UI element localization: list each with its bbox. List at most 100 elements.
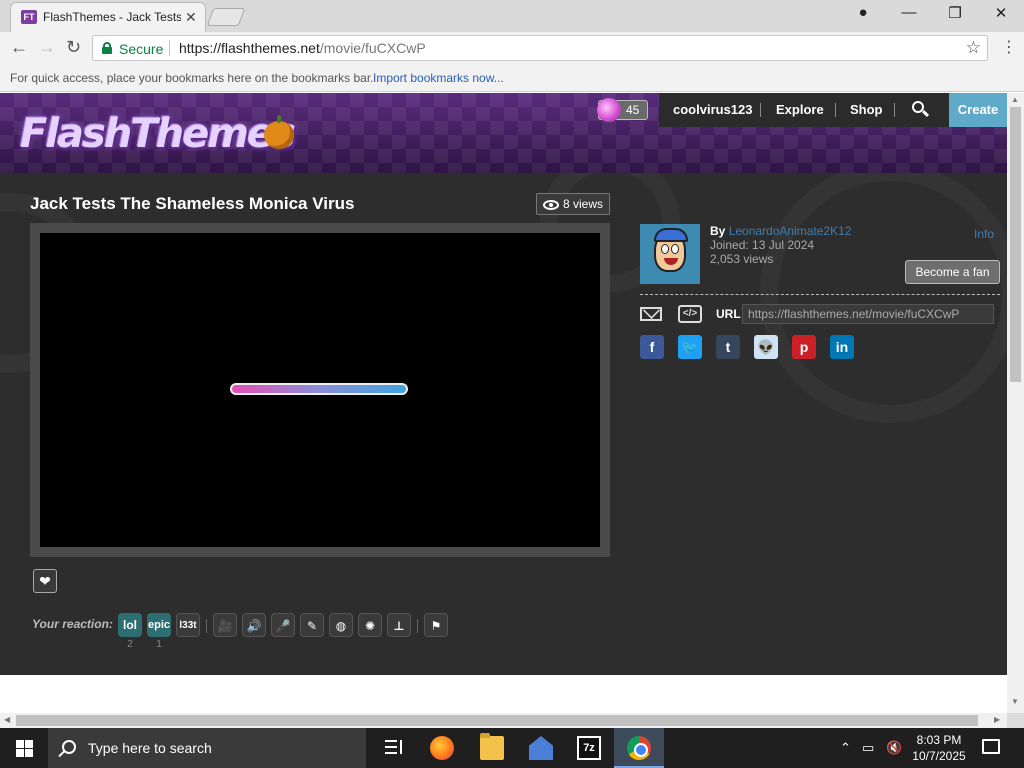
reaction-lol-count: 2: [127, 639, 133, 650]
file-explorer-icon[interactable]: [480, 733, 504, 760]
bookmarks-hint: For quick access, place your bookmarks h…: [10, 71, 374, 85]
secure-label: Secure: [119, 41, 164, 57]
flag-icon[interactable]: ⚑: [424, 613, 448, 637]
share-url-field[interactable]: https://flashthemes.net/movie/fuCXCwP: [742, 304, 994, 324]
views-badge: 8 views: [536, 193, 610, 215]
email-icon[interactable]: [640, 307, 662, 321]
create-button[interactable]: Create: [949, 93, 1007, 127]
scroll-right-arrow-icon[interactable]: ▶: [994, 715, 1000, 724]
url-label: URL: [716, 307, 741, 321]
notification-icon[interactable]: [982, 739, 1000, 754]
nav-divider: [835, 103, 836, 117]
palette-icon[interactable]: ◍: [329, 613, 353, 637]
address-bar[interactable]: Secure https://flashthemes.net/movie/fuC…: [92, 35, 988, 61]
author-byline: By LeonardoAnimate2K12: [710, 224, 851, 238]
reaction-l33t-button[interactable]: l33t: [176, 613, 200, 637]
info-link[interactable]: Info: [974, 227, 994, 241]
import-bookmarks-link[interactable]: Import bookmarks now...: [373, 71, 504, 85]
scrollbar-corner: [1007, 713, 1024, 728]
nav-shop[interactable]: Shop: [850, 102, 883, 117]
video-screen[interactable]: [40, 233, 600, 547]
browser-toolbar: ← → ↻ Secure https://flashthemes.net/mov…: [0, 32, 1024, 64]
lightbulb-icon[interactable]: ✺: [358, 613, 382, 637]
linkedin-icon[interactable]: in: [830, 335, 854, 359]
bookmark-star-icon[interactable]: ☆: [966, 38, 981, 58]
embed-code-icon[interactable]: </>: [678, 305, 702, 323]
author-joined: Joined: 13 Jul 2024: [710, 238, 815, 252]
reaction-divider: [206, 619, 207, 633]
site-logo[interactable]: FlashThemes: [20, 111, 296, 157]
back-arrow-icon[interactable]: ←: [10, 37, 28, 58]
forward-arrow-icon[interactable]: →: [38, 37, 56, 58]
network-icon[interactable]: ▭: [862, 740, 874, 756]
search-icon[interactable]: [912, 101, 930, 119]
minimize-button[interactable]: —: [886, 4, 932, 21]
horizontal-scroll-thumb[interactable]: [16, 715, 978, 726]
author-avatar[interactable]: [640, 224, 700, 284]
author-views: 2,053 views: [710, 252, 774, 266]
search-icon: [62, 740, 76, 754]
address-url[interactable]: https://flashthemes.net/movie/fuCXCwP: [179, 40, 426, 56]
scroll-down-arrow-icon[interactable]: ▼: [1011, 697, 1019, 706]
maximize-button[interactable]: ❐: [932, 4, 978, 22]
reload-icon[interactable]: ↻: [66, 37, 81, 58]
speaker-icon[interactable]: 🔊: [242, 613, 266, 637]
tray-chevron-icon[interactable]: ⌃: [840, 740, 851, 756]
coin-balance[interactable]: 45: [597, 98, 648, 122]
volume-muted-icon[interactable]: 🔇: [886, 740, 902, 756]
browser-tab-bar: FT FlashThemes - Jack Tests ✕ ● — ❐ ✕: [0, 0, 1024, 32]
eye-icon: [543, 200, 559, 210]
pinterest-icon[interactable]: p: [792, 335, 816, 359]
chrome-icon[interactable]: [627, 736, 651, 760]
close-window-button[interactable]: ✕: [978, 4, 1024, 22]
divider: [640, 294, 1000, 295]
become-fan-button[interactable]: Become a fan: [905, 260, 1000, 284]
movie-title: Jack Tests The Shameless Monica Virus: [30, 194, 355, 213]
scroll-left-arrow-icon[interactable]: ◀: [4, 715, 10, 724]
facebook-icon[interactable]: f: [640, 335, 664, 359]
nav-username[interactable]: coolvirus123: [673, 102, 753, 117]
reddit-icon[interactable]: 👽: [754, 335, 778, 359]
visual-studio-icon[interactable]: [529, 736, 553, 760]
task-view-icon[interactable]: [382, 736, 406, 760]
browser-tab-active[interactable]: FT FlashThemes - Jack Tests ✕: [10, 2, 206, 32]
favorite-heart-button[interactable]: ❤: [33, 569, 57, 593]
page-content: FlashThemes 45 coolvirus123 Explore Shop…: [0, 93, 1007, 713]
microphone-icon[interactable]: 🎤: [271, 613, 295, 637]
new-tab-button[interactable]: [206, 8, 246, 26]
twitter-icon[interactable]: 🐦: [678, 335, 702, 359]
coin-count: 45: [626, 103, 640, 117]
windows-start-icon[interactable]: [16, 740, 33, 757]
nav-divider: [894, 103, 895, 117]
vertical-scrollbar[interactable]: ▲ ▼: [1007, 93, 1024, 713]
author-name-link[interactable]: LeonardoAnimate2K12: [729, 224, 852, 238]
vertical-scroll-thumb[interactable]: [1010, 107, 1021, 382]
scroll-up-arrow-icon[interactable]: ▲: [1011, 95, 1019, 104]
camera-icon[interactable]: 🎥: [213, 613, 237, 637]
lock-icon: [102, 42, 112, 54]
pumpkin-icon: [264, 115, 294, 149]
clock-time: 8:03 PM: [916, 733, 962, 747]
7zip-icon[interactable]: 7z: [577, 736, 601, 760]
by-label: By: [710, 224, 726, 238]
url-path: /movie/fuCXCwP: [319, 40, 426, 56]
nav-explore[interactable]: Explore: [776, 102, 824, 117]
menu-kebab-icon[interactable]: ⋮: [1001, 37, 1017, 57]
reaction-epic-button[interactable]: epic: [147, 613, 171, 637]
taskbar-search[interactable]: Type here to search: [48, 728, 366, 768]
system-clock[interactable]: 8:03 PM 10/7/2025: [906, 732, 972, 764]
profile-icon[interactable]: ●: [840, 4, 886, 21]
tab-close-icon[interactable]: ✕: [185, 9, 197, 26]
brush-icon[interactable]: ✎: [300, 613, 324, 637]
reaction-lol-button[interactable]: lol: [118, 613, 142, 637]
reaction-divider: [417, 619, 418, 633]
firefox-icon[interactable]: [430, 736, 454, 760]
video-player[interactable]: [30, 223, 610, 557]
address-separator: [169, 40, 170, 56]
horizontal-scrollbar[interactable]: ◀ ▶: [0, 713, 1007, 728]
site-nav: coolvirus123 Explore Shop: [659, 93, 949, 127]
loading-bar: [230, 383, 408, 395]
site-favicon-icon: FT: [21, 10, 37, 24]
tumblr-icon[interactable]: t: [716, 335, 740, 359]
stamp-icon[interactable]: ⊥: [387, 613, 411, 637]
